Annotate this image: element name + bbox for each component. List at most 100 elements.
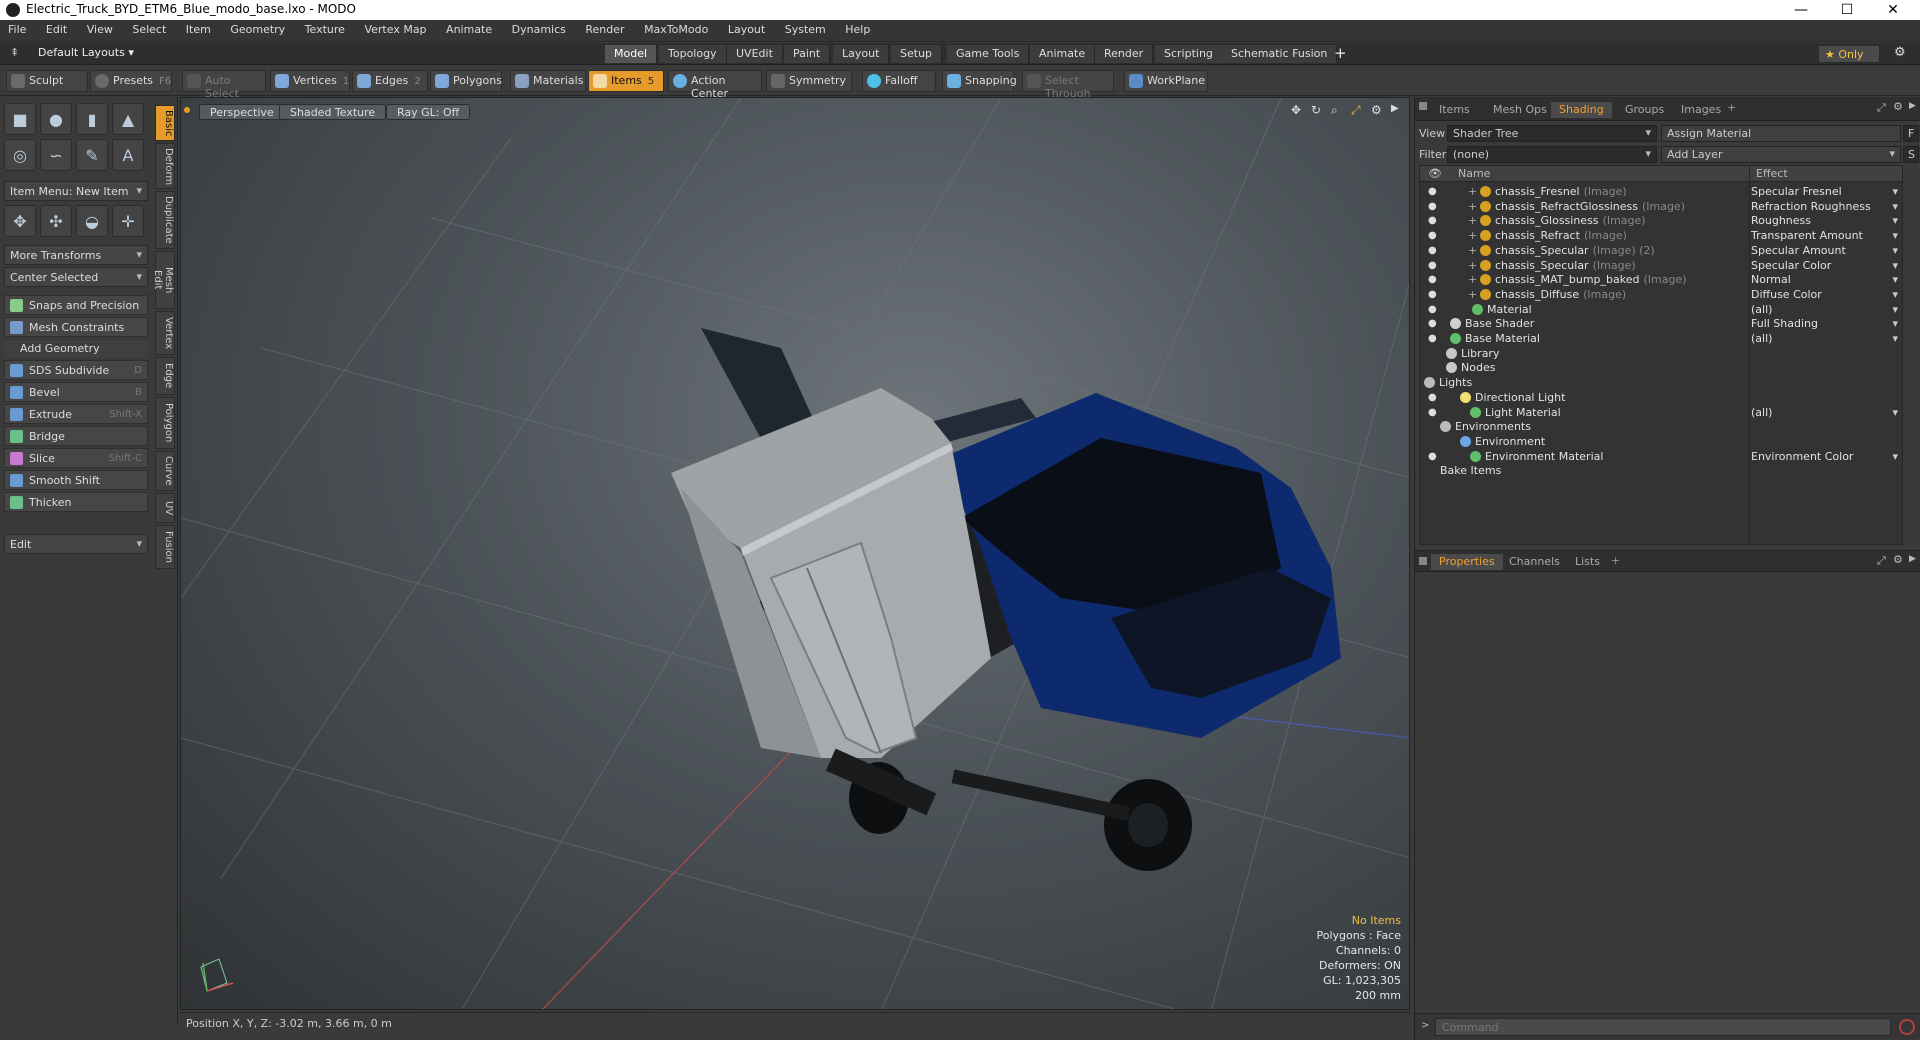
tab-paint[interactable]: Paint (784, 45, 831, 63)
tab-animate[interactable]: Animate (1030, 45, 1096, 63)
pen-icon[interactable]: ✎ (76, 139, 108, 171)
tab-shading[interactable]: Shading (1551, 102, 1612, 118)
default-layouts-dropdown[interactable]: Default Layouts ▾ (38, 46, 134, 59)
tab-scripting[interactable]: Scripting (1155, 45, 1223, 63)
tab-topology[interactable]: Topology (659, 45, 727, 63)
select-through-button[interactable]: Select Through (1022, 70, 1114, 100)
cone-icon[interactable]: ▲ (112, 103, 144, 135)
expand-plus-icon[interactable]: + (1468, 229, 1477, 242)
expand-plus-icon[interactable]: + (1468, 259, 1477, 272)
properties-more-icon[interactable]: ▶ (1909, 554, 1916, 564)
menu-system[interactable]: System (777, 20, 834, 39)
items-button[interactable]: Items 5 (588, 70, 664, 92)
visibility-eye-icon[interactable]: ● (1428, 230, 1440, 242)
properties-expand-icon[interactable]: ⤢ (1877, 554, 1886, 568)
viewport-gear-icon[interactable]: ⚙ (1371, 103, 1382, 117)
tab-mesh-ops[interactable]: Mesh Ops (1485, 102, 1555, 118)
col-name[interactable]: Name (1458, 167, 1490, 180)
torus-icon[interactable]: ◎ (4, 139, 36, 171)
item-menu-dropdown[interactable]: Item Menu: New Item (4, 181, 148, 201)
more-transforms-dropdown[interactable]: More Transforms (4, 245, 148, 265)
vtab-duplicate[interactable]: Duplicate (155, 191, 175, 249)
properties-menu-icon[interactable] (1419, 557, 1427, 565)
mesh-constraints-button[interactable]: Mesh Constraints (4, 317, 148, 337)
only-toggle[interactable]: ★ Only (1818, 45, 1880, 63)
visibility-eye-icon[interactable]: ● (1428, 260, 1440, 272)
col-effect[interactable]: Effect (1756, 167, 1788, 180)
visibility-eye-icon[interactable]: ● (1428, 333, 1440, 345)
tab-render[interactable]: Render (1095, 45, 1154, 63)
close-button[interactable]: ✕ (1870, 0, 1916, 20)
extrude-button[interactable]: Extrude Shift-X (4, 404, 148, 424)
visibility-eye-icon[interactable]: ● (1428, 274, 1440, 286)
smooth-shift-button[interactable]: Smooth Shift (4, 470, 148, 490)
vtab-uv[interactable]: UV (155, 493, 175, 523)
menu-select[interactable]: Select (124, 20, 174, 39)
panel-menu-icon[interactable] (1419, 102, 1427, 110)
visibility-eye-icon[interactable]: ● (1428, 318, 1440, 330)
transform-icon[interactable]: ✛ (112, 205, 144, 237)
menu-maxtomodo[interactable]: MaxToModo (636, 20, 716, 39)
tab-game-tools[interactable]: Game Tools (947, 45, 1030, 63)
rotate-icon[interactable]: ✣ (40, 205, 72, 237)
action-center-button[interactable]: Action Center (668, 70, 762, 100)
visibility-eye-icon[interactable]: ● (1428, 289, 1440, 301)
menu-item[interactable]: Item (178, 20, 219, 39)
add-layout-tab-button[interactable]: + (1334, 44, 1347, 62)
snapping-button[interactable]: Snapping (942, 70, 1017, 92)
sphere-icon[interactable]: ● (40, 103, 72, 135)
visibility-eye-icon[interactable]: ● (1428, 392, 1440, 404)
visibility-eye-icon[interactable]: ● (1428, 407, 1440, 419)
polygons-button[interactable]: Polygons (430, 70, 502, 92)
vtab-basic[interactable]: Basic (155, 105, 175, 141)
tab-schematic-fusion[interactable]: Schematic Fusion (1222, 45, 1338, 63)
tube-icon[interactable]: ∽ (40, 139, 72, 171)
expand-plus-icon[interactable]: + (1468, 273, 1477, 286)
falloff-button[interactable]: Falloff (862, 70, 936, 92)
add-geometry-section[interactable]: Add Geometry (4, 340, 148, 358)
gear-icon[interactable]: ⚙ (1894, 45, 1906, 60)
expand-plus-icon[interactable]: + (1468, 288, 1477, 301)
thicken-button[interactable]: Thicken (4, 492, 148, 512)
tab-groups[interactable]: Groups (1617, 102, 1672, 118)
visibility-eye-icon[interactable]: ● (1428, 215, 1440, 227)
maximize-button[interactable]: ☐ (1824, 0, 1870, 20)
viewport-menu-dot[interactable] (184, 107, 190, 113)
auto-select-button[interactable]: Auto Select (182, 70, 266, 100)
menu-geometry[interactable]: Geometry (222, 20, 293, 39)
visibility-eye-icon[interactable]: ● (1428, 245, 1440, 257)
add-properties-tab-icon[interactable]: + (1611, 554, 1620, 567)
vertices-button[interactable]: Vertices 1 (270, 70, 350, 92)
slice-button[interactable]: Slice Shift-C (4, 448, 148, 468)
edit-dropdown[interactable]: Edit (4, 534, 148, 554)
visibility-eye-icon[interactable]: ● (1428, 186, 1440, 198)
move-icon[interactable]: ✥ (4, 205, 36, 237)
menu-dynamics[interactable]: Dynamics (504, 20, 574, 39)
menu-texture[interactable]: Texture (297, 20, 353, 39)
vtab-deform[interactable]: Deform (155, 143, 175, 189)
panel-more-icon[interactable]: ▶ (1909, 101, 1916, 111)
expand-plus-icon[interactable]: + (1468, 244, 1477, 257)
shader-tree-dropdown[interactable]: Shader Tree (1447, 125, 1657, 142)
add-layer-dropdown[interactable]: Add Layer (1661, 146, 1901, 163)
properties-gear-icon[interactable]: ⚙ (1893, 553, 1903, 566)
record-icon[interactable] (1899, 1019, 1915, 1035)
filter-dropdown[interactable]: (none) (1447, 146, 1657, 163)
menu-vertex-map[interactable]: Vertex Map (356, 20, 434, 39)
menu-animate[interactable]: Animate (438, 20, 500, 39)
menu-file[interactable]: File (0, 20, 34, 39)
raygl-toggle[interactable]: Ray GL: Off (386, 104, 471, 120)
visibility-eye-icon[interactable]: ● (1428, 304, 1440, 316)
expand-plus-icon[interactable]: + (1468, 200, 1477, 213)
command-input[interactable] (1435, 1018, 1891, 1036)
menu-view[interactable]: View (79, 20, 121, 39)
vtab-curve[interactable]: Curve (155, 451, 175, 491)
tab-properties[interactable]: Properties (1431, 554, 1503, 570)
add-tab-icon[interactable]: + (1727, 101, 1736, 114)
visibility-eye-icon[interactable]: ● (1428, 201, 1440, 213)
fit-icon[interactable]: ⤢ (1351, 103, 1361, 118)
zoom-icon[interactable]: ⌕ (1331, 103, 1338, 118)
center-selected-dropdown[interactable]: Center Selected (4, 267, 148, 287)
vtab-vertex[interactable]: Vertex (155, 311, 175, 355)
shading-dropdown[interactable]: Shaded Texture (279, 104, 387, 120)
